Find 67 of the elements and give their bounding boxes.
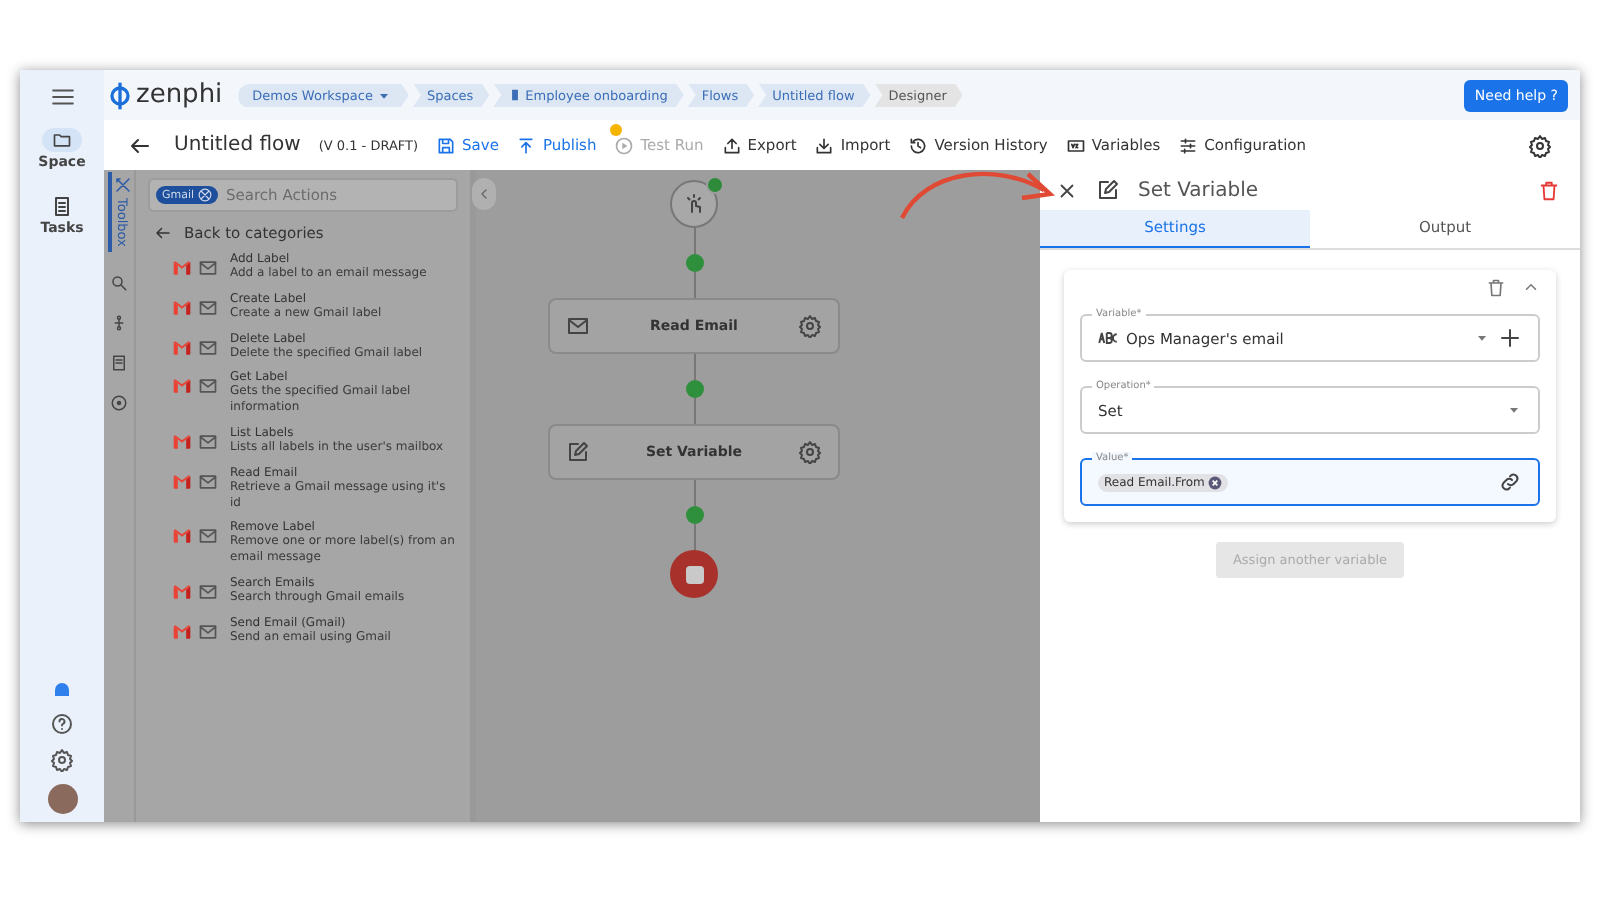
delete-icon[interactable] [1538,179,1560,201]
folder-icon [42,128,82,152]
upload-icon [516,135,537,155]
back-arrow-icon [154,224,172,242]
envelope-icon [566,314,590,338]
gmail-icon [172,376,192,397]
back-arrow-icon[interactable] [128,133,152,157]
envelope-icon [198,337,218,358]
link-icon[interactable] [1498,470,1522,494]
add-step-dot[interactable] [685,380,703,398]
save-icon [436,135,457,155]
settings-icon[interactable] [50,748,74,772]
envelope-icon [198,297,218,318]
close-icon[interactable] [1056,179,1078,201]
envelope-icon [198,431,218,452]
gmail-icon [172,526,192,547]
chevron-left-icon [476,186,492,202]
stop-node[interactable] [670,550,718,598]
envelope-icon [198,581,218,602]
plus-icon[interactable] [1498,326,1522,350]
logo-text: zenphi [136,80,223,110]
close-icon [1208,475,1223,489]
upload-icon [721,135,742,155]
envelope-icon [198,471,218,492]
edit-icon [566,440,590,464]
clipboard-icon [50,194,74,218]
avatar[interactable] [47,784,77,814]
document-icon[interactable] [110,354,128,373]
search-icon[interactable] [110,274,128,293]
notification-dot [610,123,623,135]
caret-icon[interactable] [1474,330,1490,346]
gmail-icon [172,621,192,642]
gmail-icon [172,337,192,358]
panel-title: Set Variable [1138,179,1259,201]
gmail-icon [172,431,192,452]
add-step-dot[interactable] [685,506,703,524]
envelope-icon [198,258,218,278]
play-badge [706,176,724,194]
sliders-icon [1178,135,1199,155]
flow-icon[interactable] [110,314,128,333]
history-icon [908,135,929,155]
add-step-dot[interactable] [685,254,703,272]
gmail-icon [172,297,192,318]
pointer-hand-icon [682,192,706,216]
text-type-icon [1098,330,1118,346]
close-icon [198,188,213,202]
play-icon [614,135,635,155]
download-icon [814,135,835,155]
help-icon[interactable] [50,712,74,736]
envelope-icon [198,621,218,642]
variable-icon [1065,135,1086,155]
flow-title: Untitled flow [174,134,301,156]
start-node[interactable] [670,180,718,228]
menu-icon[interactable] [49,84,75,110]
tools-icon [113,176,131,194]
caret-icon[interactable] [1506,402,1522,418]
edit-icon [1096,178,1120,202]
chevron-up-icon[interactable] [1522,278,1540,296]
envelope-icon [198,526,218,547]
circle-icon[interactable] [110,394,128,413]
gmail-icon [172,258,192,278]
gmail-icon [172,581,192,602]
settings-icon[interactable] [1528,133,1552,157]
envelope-icon [198,376,218,397]
gmail-icon [172,471,192,492]
delete-icon[interactable] [1486,278,1506,298]
phi-logo-icon [108,79,132,111]
